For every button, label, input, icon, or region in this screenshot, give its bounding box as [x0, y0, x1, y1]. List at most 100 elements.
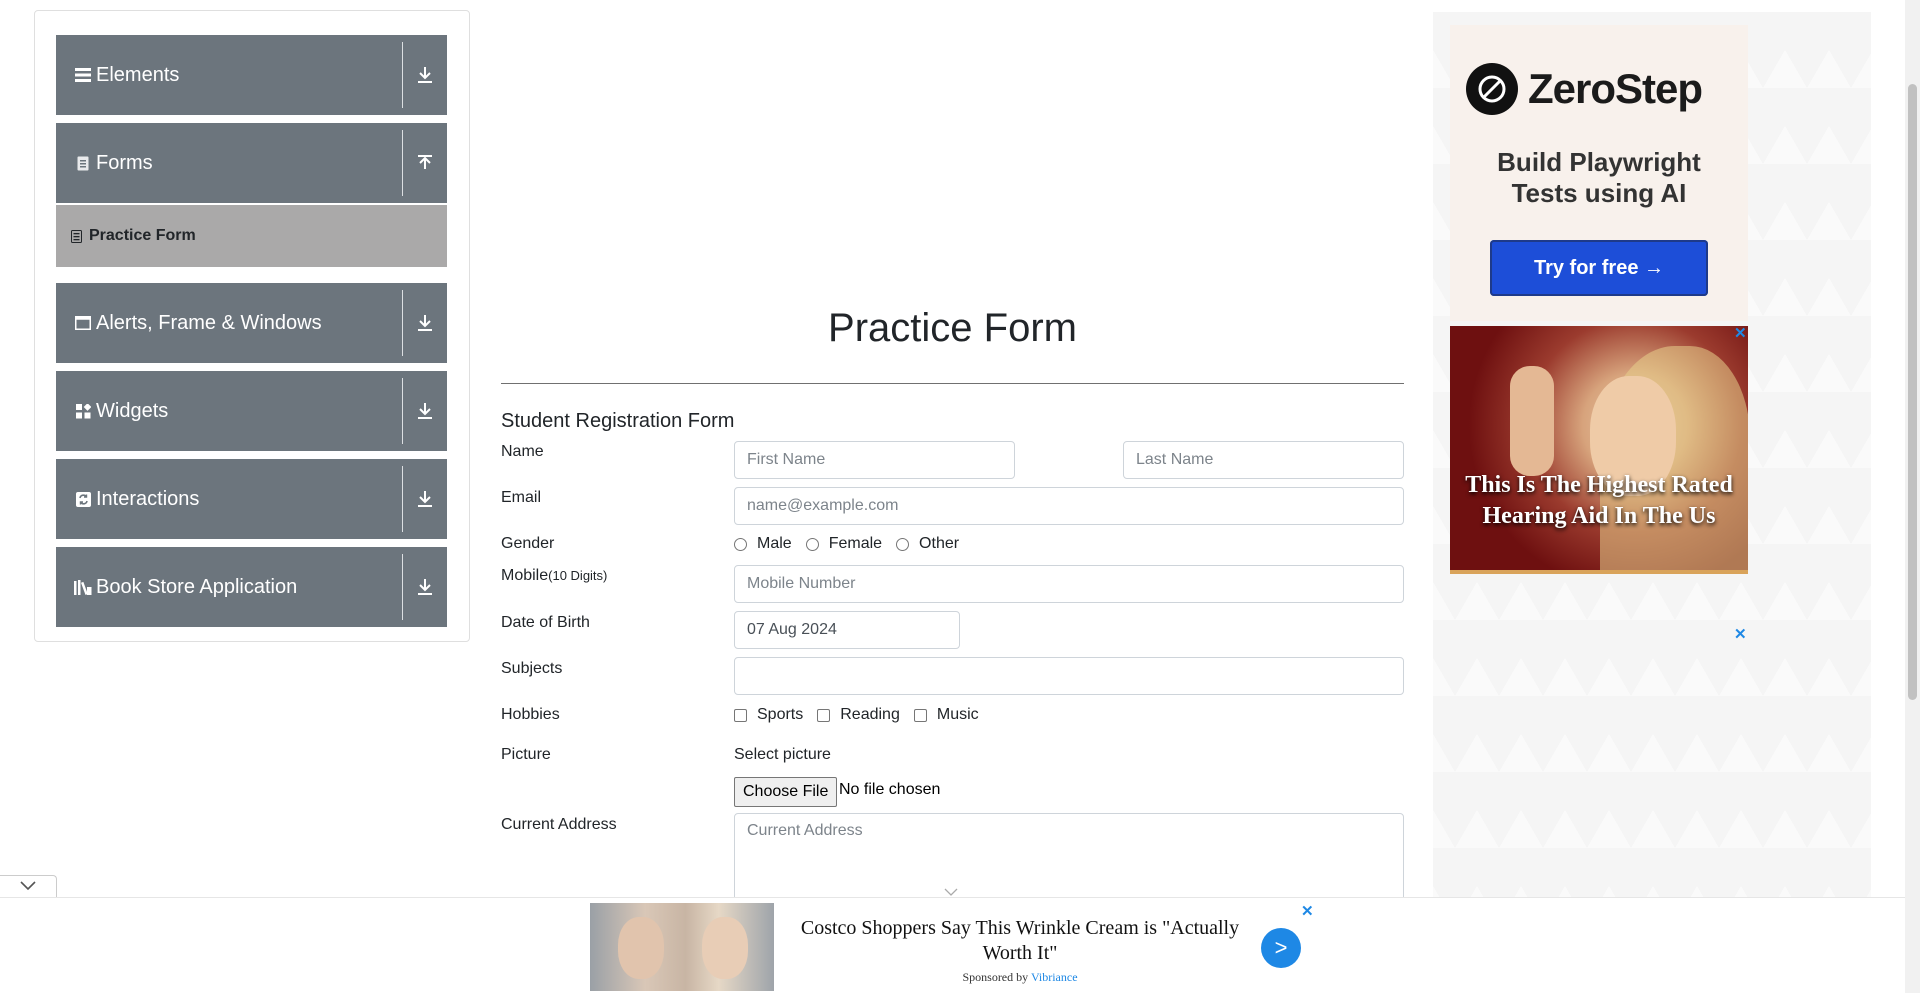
title-divider: [501, 383, 1404, 384]
choose-file-button[interactable]: Choose File: [734, 777, 838, 807]
checkbox[interactable]: [913, 708, 927, 722]
ad-sponsor: Sponsored by Vibriance: [774, 970, 1266, 985]
checkbox[interactable]: [817, 708, 831, 722]
subjects-label: Subjects: [501, 660, 563, 677]
interaction-icon: [74, 490, 92, 508]
close-ad-icon[interactable]: ✕: [1301, 902, 1314, 920]
option-label: Music: [936, 706, 979, 723]
file-status: No file chosen: [839, 781, 941, 798]
divider: [402, 130, 403, 196]
form-icon: [71, 229, 85, 243]
radio-button[interactable]: [734, 537, 747, 551]
dob-label: Date of Birth: [501, 614, 590, 631]
group-elements[interactable]: Elements: [56, 35, 447, 115]
group-label: Alerts, Frame & Windows: [96, 311, 322, 334]
option-label: Reading: [840, 706, 900, 723]
form-title: Student Registration Form: [501, 410, 735, 432]
address-label: Current Address: [501, 816, 617, 833]
option-label: Male: [757, 535, 792, 552]
name-label: Name: [501, 443, 544, 460]
group-label: Elements: [96, 63, 180, 86]
download-icon[interactable]: [411, 459, 439, 539]
page-title: Practice Form: [828, 306, 1077, 350]
mobile-label: Mobile(10 Digits): [501, 567, 607, 585]
ad-image-detail: [702, 917, 748, 979]
hobby-options: Sports Reading Music: [734, 706, 993, 724]
mobile-input[interactable]: [734, 565, 1404, 603]
page-scrollbar[interactable]: [1905, 0, 1920, 993]
ad-image: [590, 903, 774, 991]
group-widgets[interactable]: Widgets: [56, 371, 447, 451]
zerostep-ad[interactable]: ZeroStep Build Playwright Tests using AI…: [1450, 25, 1748, 321]
document-icon: [74, 154, 92, 172]
divider: [402, 378, 403, 444]
ad-image-detail: [618, 917, 664, 979]
group-label: Forms: [96, 151, 153, 174]
checkbox[interactable]: [734, 708, 747, 722]
ad-image-detail: [1510, 366, 1554, 476]
download-icon[interactable]: [411, 371, 439, 451]
gender-female[interactable]: Female: [805, 535, 883, 553]
mobile-label-text: Mobile: [501, 567, 549, 584]
ad-tagline-line: Tests using AI: [1511, 178, 1687, 208]
divider: [402, 42, 403, 108]
list-icon: [74, 66, 92, 84]
last-name-input[interactable]: [1123, 441, 1404, 479]
group-interactions[interactable]: Interactions: [56, 459, 447, 539]
chevron-down-icon: [20, 878, 36, 896]
ad-headline: Costco Shoppers Say This Wrinkle Cream i…: [800, 917, 1240, 964]
group-label: Interactions: [96, 487, 200, 510]
hobby-music[interactable]: Music: [913, 706, 979, 724]
ad-brand: ZeroStep: [1528, 65, 1703, 112]
divider: [402, 466, 403, 532]
hobby-reading[interactable]: Reading: [817, 706, 900, 724]
sidebar-item-label: Practice Form: [89, 227, 196, 244]
subjects-input[interactable]: [734, 657, 1404, 695]
collapse-ad-tab[interactable]: [0, 875, 57, 898]
upload-icon[interactable]: [411, 123, 439, 203]
gender-male[interactable]: Male: [734, 535, 792, 553]
group-label: Book Store Application: [96, 575, 298, 598]
sponsor-link[interactable]: Vibriance: [1031, 970, 1078, 984]
close-ad-icon[interactable]: ✕: [1734, 625, 1747, 643]
ad-tagline: Build Playwright Tests using AI: [1450, 147, 1748, 209]
gender-label: Gender: [501, 535, 555, 552]
sidebar-item-practice-form[interactable]: Practice Form: [56, 205, 447, 267]
bottom-ad-banner[interactable]: Costco Shoppers Say This Wrinkle Cream i…: [0, 897, 1905, 994]
dob-input[interactable]: [734, 611, 960, 649]
email-input[interactable]: [734, 487, 1404, 525]
download-icon[interactable]: [411, 35, 439, 115]
divider: [402, 554, 403, 620]
hobby-sports[interactable]: Sports: [734, 706, 803, 724]
option-label: Other: [919, 535, 960, 552]
hobbies-label: Hobbies: [501, 706, 560, 723]
scrollbar-thumb[interactable]: [1908, 84, 1917, 700]
hearing-aid-ad[interactable]: This Is The Highest Rated Hearing Aid In…: [1450, 326, 1748, 574]
email-label: Email: [501, 489, 542, 506]
left-panel: Elements Forms Practice Form Alerts, Fra…: [34, 10, 470, 642]
download-icon[interactable]: [411, 283, 439, 363]
gender-other[interactable]: Other: [896, 535, 959, 553]
first-name-input[interactable]: [734, 441, 1015, 479]
option-label: Female: [828, 535, 883, 552]
ad-go-button[interactable]: >: [1261, 928, 1301, 968]
select-picture-label: Select picture: [734, 746, 831, 763]
group-forms[interactable]: Forms: [56, 123, 447, 203]
current-address-input[interactable]: Current Address: [734, 813, 1404, 903]
books-icon: [74, 578, 92, 596]
close-ad-icon[interactable]: ✕: [1734, 324, 1747, 342]
divider: [402, 290, 403, 356]
radio-button[interactable]: [896, 537, 910, 551]
try-for-free-button[interactable]: Try for free →: [1490, 240, 1708, 296]
ad-accent-bar: [1450, 570, 1748, 574]
zerostep-logo-icon: [1466, 63, 1518, 115]
option-label: Sports: [757, 706, 804, 723]
gender-options: Male Female Other: [734, 535, 973, 553]
group-alerts[interactable]: Alerts, Frame & Windows: [56, 283, 447, 363]
window-icon: [74, 314, 92, 332]
download-icon[interactable]: [411, 547, 439, 627]
widgets-icon: [74, 402, 92, 420]
picture-label: Picture: [501, 746, 551, 763]
group-book-store[interactable]: Book Store Application: [56, 547, 447, 627]
radio-button[interactable]: [805, 537, 819, 551]
